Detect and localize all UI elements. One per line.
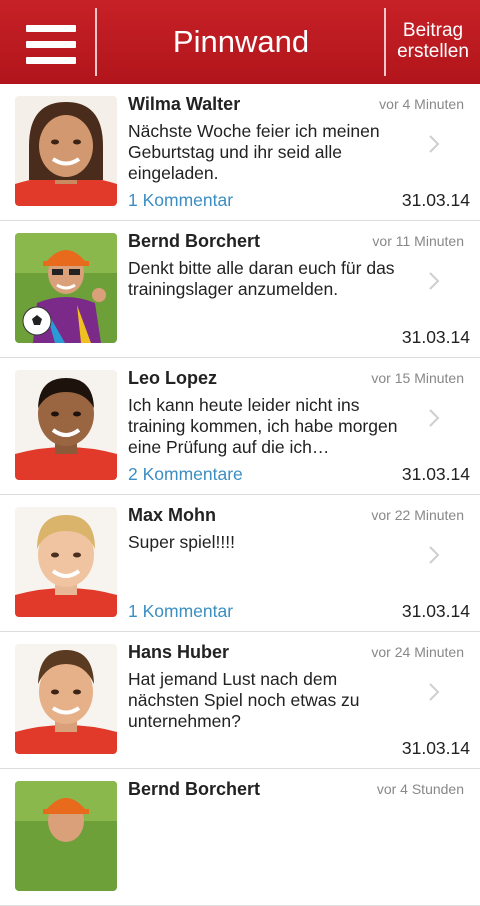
post-time: vor 22 Minuten [371,507,464,523]
create-post-label-line2: erstellen [397,41,469,62]
post-list: Wilma Walter vor 4 Minuten Nächste Woche… [0,84,480,906]
comments-link[interactable]: 2 Kommentare [128,464,243,485]
avatar [15,370,117,480]
comments-link[interactable]: 1 Kommentar [128,601,233,622]
post-date: 31.03.14 [401,601,470,621]
comments-link[interactable]: 1 Kommentar [128,190,233,211]
chevron-right-icon [429,272,440,290]
post-item[interactable]: Hans Huber vor 24 Minuten Hat jemand Lus… [0,632,480,769]
page-title: Pinnwand [172,24,310,59]
post-item[interactable]: Leo Lopez vor 15 Minuten Ich kann heute … [0,358,480,495]
post-date: 31.03.14 [401,190,470,210]
post-date: 31.03.14 [401,327,470,347]
post-date: 31.03.14 [401,738,470,758]
post-text: Hat jemand Lust nach dem nächsten Spiel … [128,669,360,731]
hamburger-menu-icon-bar [26,41,76,48]
post-text: Denkt bitte alle daran euch für das trai… [128,258,395,299]
post-item[interactable]: Max Mohn vor 22 Minuten Super spiel!!!! … [0,495,480,632]
post-author: Max Mohn [128,505,216,525]
post-time: vor 4 Stunden [376,781,464,797]
post-author: Wilma Walter [128,94,241,114]
chevron-right-icon [429,135,440,153]
post-time: vor 15 Minuten [371,370,464,386]
avatar [15,507,117,617]
post-item[interactable]: Bernd Borchert vor 4 Stunden [0,769,480,906]
avatar [15,96,117,206]
avatar [15,233,117,343]
menu-button[interactable] [0,0,96,84]
create-post-button[interactable]: Beitrag erstellen [386,0,480,84]
post-item[interactable]: Wilma Walter vor 4 Minuten Nächste Woche… [0,84,480,221]
post-author: Hans Huber [128,642,230,662]
post-author: Leo Lopez [128,368,217,388]
post-text: Ich kann heute leider nicht ins training… [128,395,398,457]
post-author: Bernd Borchert [128,779,261,799]
post-time: vor 11 Minuten [372,233,464,249]
chevron-right-icon [429,683,440,701]
hamburger-menu-icon-bar [26,57,76,64]
post-text: Nächste Woche feier ich meinen Geburtsta… [128,121,380,183]
chevron-right-icon [429,546,440,564]
post-author: Bernd Borchert [128,231,261,251]
chevron-right-icon [429,409,440,427]
header-divider [95,8,97,76]
create-post-label-line1: Beitrag [402,20,464,41]
app-header: Pinnwand Beitrag erstellen [0,0,480,84]
post-item[interactable]: Bernd Borchert vor 11 Minuten Denkt bitt… [0,221,480,358]
hamburger-menu-icon [26,25,76,32]
post-time: vor 24 Minuten [371,644,464,660]
avatar [15,644,117,754]
post-text: Super spiel!!!! [128,532,235,552]
avatar [15,781,117,891]
post-time: vor 4 Minuten [379,96,464,112]
post-date: 31.03.14 [401,464,470,484]
